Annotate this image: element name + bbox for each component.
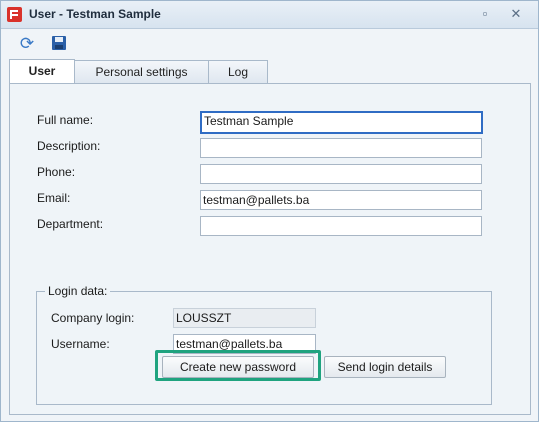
toolbar: ⟳ <box>1 29 538 59</box>
restore-icon[interactable]: ▫ <box>476 5 494 23</box>
close-icon[interactable]: ✕ <box>507 5 525 23</box>
tab-log[interactable]: Log <box>208 60 268 83</box>
login-data-legend: Login data: <box>45 284 111 298</box>
phone-label: Phone: <box>37 165 76 179</box>
app-logo-icon <box>7 7 22 22</box>
description-field[interactable] <box>200 138 482 158</box>
email-field[interactable]: testman@pallets.ba <box>200 190 482 210</box>
username-label: Username: <box>51 337 110 351</box>
window-title: User - Testman Sample <box>29 7 161 21</box>
department-label: Department: <box>37 217 104 231</box>
email-label: Email: <box>37 191 71 205</box>
company-login-label: Company login: <box>51 311 135 325</box>
highlight-box <box>155 350 321 381</box>
description-label: Description: <box>37 139 101 153</box>
company-login-value: LOUSSZT <box>173 308 316 328</box>
save-icon[interactable] <box>50 34 70 54</box>
user-dialog-window: User - Testman Sample ▫ ✕ ⟳ User Persona… <box>0 0 539 422</box>
refresh-icon[interactable]: ⟳ <box>17 34 37 54</box>
phone-field[interactable] <box>200 164 482 184</box>
tab-user[interactable]: User <box>9 59 75 84</box>
title-bar[interactable]: User - Testman Sample ▫ ✕ <box>1 1 538 29</box>
tab-personal-settings[interactable]: Personal settings <box>74 60 209 83</box>
department-field[interactable] <box>200 216 482 236</box>
full-name-label: Full name: <box>37 113 94 127</box>
send-login-details-button[interactable]: Send login details <box>324 356 446 378</box>
login-data-group: Login data: Company login: LOUSSZT Usern… <box>36 284 492 405</box>
full-name-field[interactable]: Testman Sample <box>200 111 483 134</box>
